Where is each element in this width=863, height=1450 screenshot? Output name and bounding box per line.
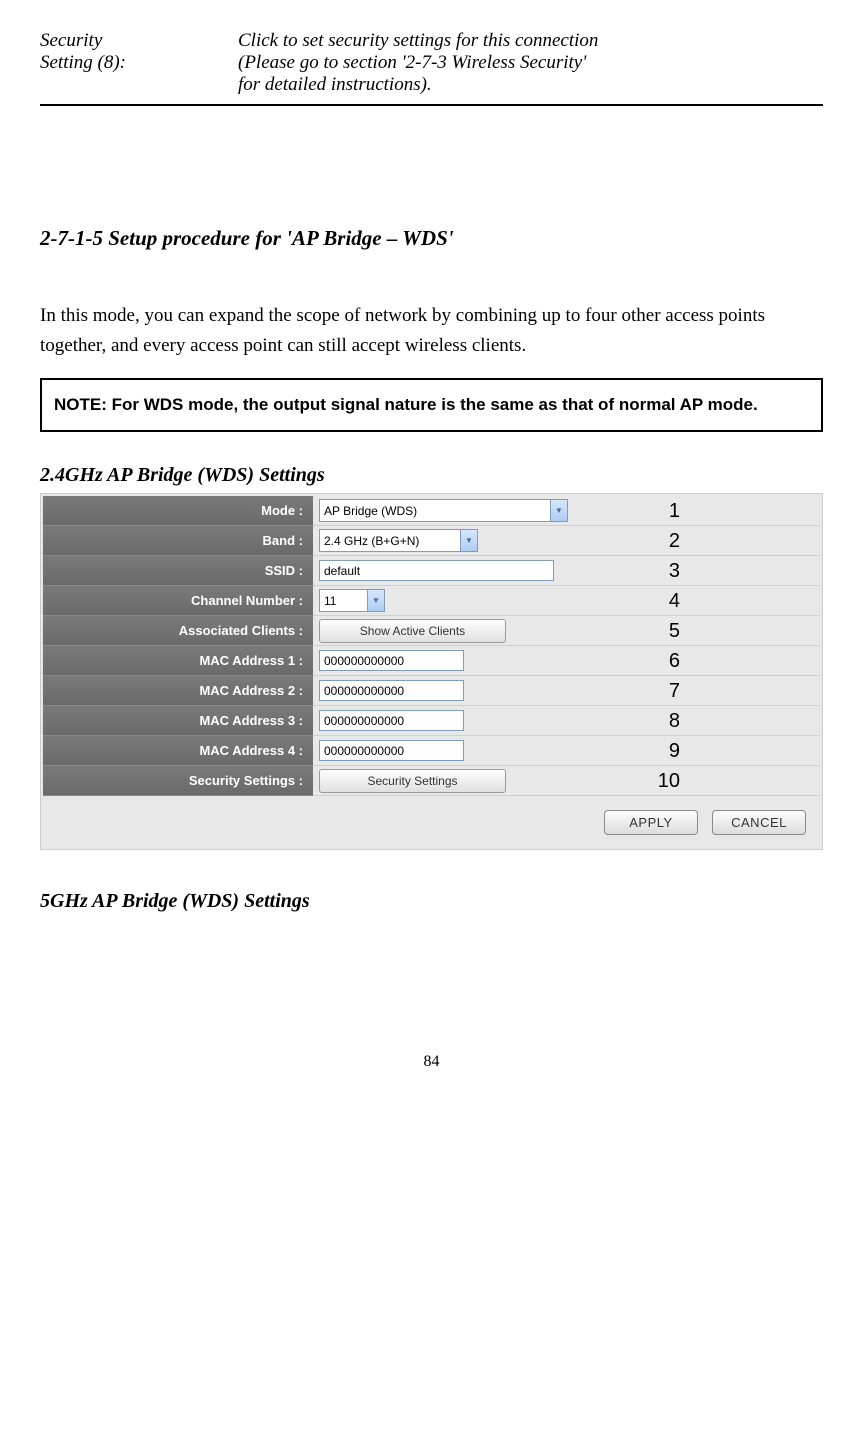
config-input[interactable] bbox=[319, 710, 464, 731]
config-select[interactable]: 11 ▼ bbox=[319, 589, 385, 612]
config-value-cell: AP Bridge (WDS) ▼ bbox=[313, 496, 820, 526]
config-label: MAC Address 4 : bbox=[43, 736, 313, 766]
config-label: Security Settings : bbox=[43, 766, 313, 796]
config-value-cell: Show Active Clients bbox=[313, 616, 820, 646]
config-value-cell: 2.4 GHz (B+G+N) ▼ bbox=[313, 526, 820, 556]
config-select[interactable]: AP Bridge (WDS) ▼ bbox=[319, 499, 568, 522]
config-row: Band :2.4 GHz (B+G+N)▼2 bbox=[43, 526, 820, 556]
config-input[interactable] bbox=[319, 560, 554, 581]
config-label: Associated Clients : bbox=[43, 616, 313, 646]
chevron-down-icon: ▼ bbox=[550, 500, 567, 521]
config-row: SSID :3 bbox=[43, 556, 820, 586]
config-row: Associated Clients :Show Active Clients5 bbox=[43, 616, 820, 646]
config-row: MAC Address 2 :7 bbox=[43, 676, 820, 706]
config-input[interactable] bbox=[319, 650, 464, 671]
config-row: MAC Address 1 :6 bbox=[43, 646, 820, 676]
note-box: NOTE: For WDS mode, the output signal na… bbox=[40, 378, 823, 433]
select-value: 2.4 GHz (B+G+N) bbox=[324, 534, 419, 548]
config-label: Mode : bbox=[43, 496, 313, 526]
param-desc-line2: (Please go to section '2-7-3 Wireless Se… bbox=[238, 52, 586, 73]
config-value-cell bbox=[313, 736, 820, 766]
config-row: Mode :AP Bridge (WDS)▼1 bbox=[43, 496, 820, 526]
config-value-cell bbox=[313, 706, 820, 736]
config-select[interactable]: 2.4 GHz (B+G+N) ▼ bbox=[319, 529, 478, 552]
parameter-row: Security Setting (8): Click to set secur… bbox=[40, 30, 823, 99]
config-panel-24ghz: Mode :AP Bridge (WDS)▼1Band :2.4 GHz (B+… bbox=[40, 493, 823, 850]
param-label-line1: Security bbox=[40, 30, 102, 51]
intro-paragraph: In this mode, you can expand the scope o… bbox=[40, 301, 823, 362]
chevron-down-icon: ▼ bbox=[460, 530, 477, 551]
config-action-button[interactable]: Show Active Clients bbox=[319, 619, 506, 643]
config-label: Band : bbox=[43, 526, 313, 556]
button-row: APPLY CANCEL bbox=[43, 796, 820, 839]
config-input[interactable] bbox=[319, 680, 464, 701]
subheading-24ghz: 2.4GHz AP Bridge (WDS) Settings bbox=[40, 464, 823, 487]
config-value-cell bbox=[313, 646, 820, 676]
param-label-line2: Setting (8): bbox=[40, 52, 126, 73]
param-desc-line3: for detailed instructions). bbox=[238, 74, 432, 95]
divider bbox=[40, 104, 823, 106]
cancel-button[interactable]: CANCEL bbox=[712, 810, 806, 835]
config-row: Channel Number :11▼4 bbox=[43, 586, 820, 616]
config-value-cell bbox=[313, 676, 820, 706]
param-desc-line1: Click to set security settings for this … bbox=[238, 30, 598, 51]
config-label: Channel Number : bbox=[43, 586, 313, 616]
config-label: MAC Address 3 : bbox=[43, 706, 313, 736]
config-row: Security Settings :Security Settings10 bbox=[43, 766, 820, 796]
config-label: SSID : bbox=[43, 556, 313, 586]
config-value-cell: Security Settings bbox=[313, 766, 820, 796]
config-label: MAC Address 1 : bbox=[43, 646, 313, 676]
config-row: MAC Address 4 :9 bbox=[43, 736, 820, 766]
select-value: AP Bridge (WDS) bbox=[324, 504, 417, 518]
config-row: MAC Address 3 :8 bbox=[43, 706, 820, 736]
config-value-cell: 11 ▼ bbox=[313, 586, 820, 616]
subheading-5ghz: 5GHz AP Bridge (WDS) Settings bbox=[40, 890, 823, 913]
config-label: MAC Address 2 : bbox=[43, 676, 313, 706]
chevron-down-icon: ▼ bbox=[367, 590, 384, 611]
select-value: 11 bbox=[324, 594, 336, 608]
apply-button[interactable]: APPLY bbox=[604, 810, 698, 835]
config-input[interactable] bbox=[319, 740, 464, 761]
config-value-cell bbox=[313, 556, 820, 586]
section-heading: 2-7-1-5 Setup procedure for 'AP Bridge –… bbox=[40, 226, 823, 251]
config-action-button[interactable]: Security Settings bbox=[319, 769, 506, 793]
page-number: 84 bbox=[40, 1053, 823, 1071]
